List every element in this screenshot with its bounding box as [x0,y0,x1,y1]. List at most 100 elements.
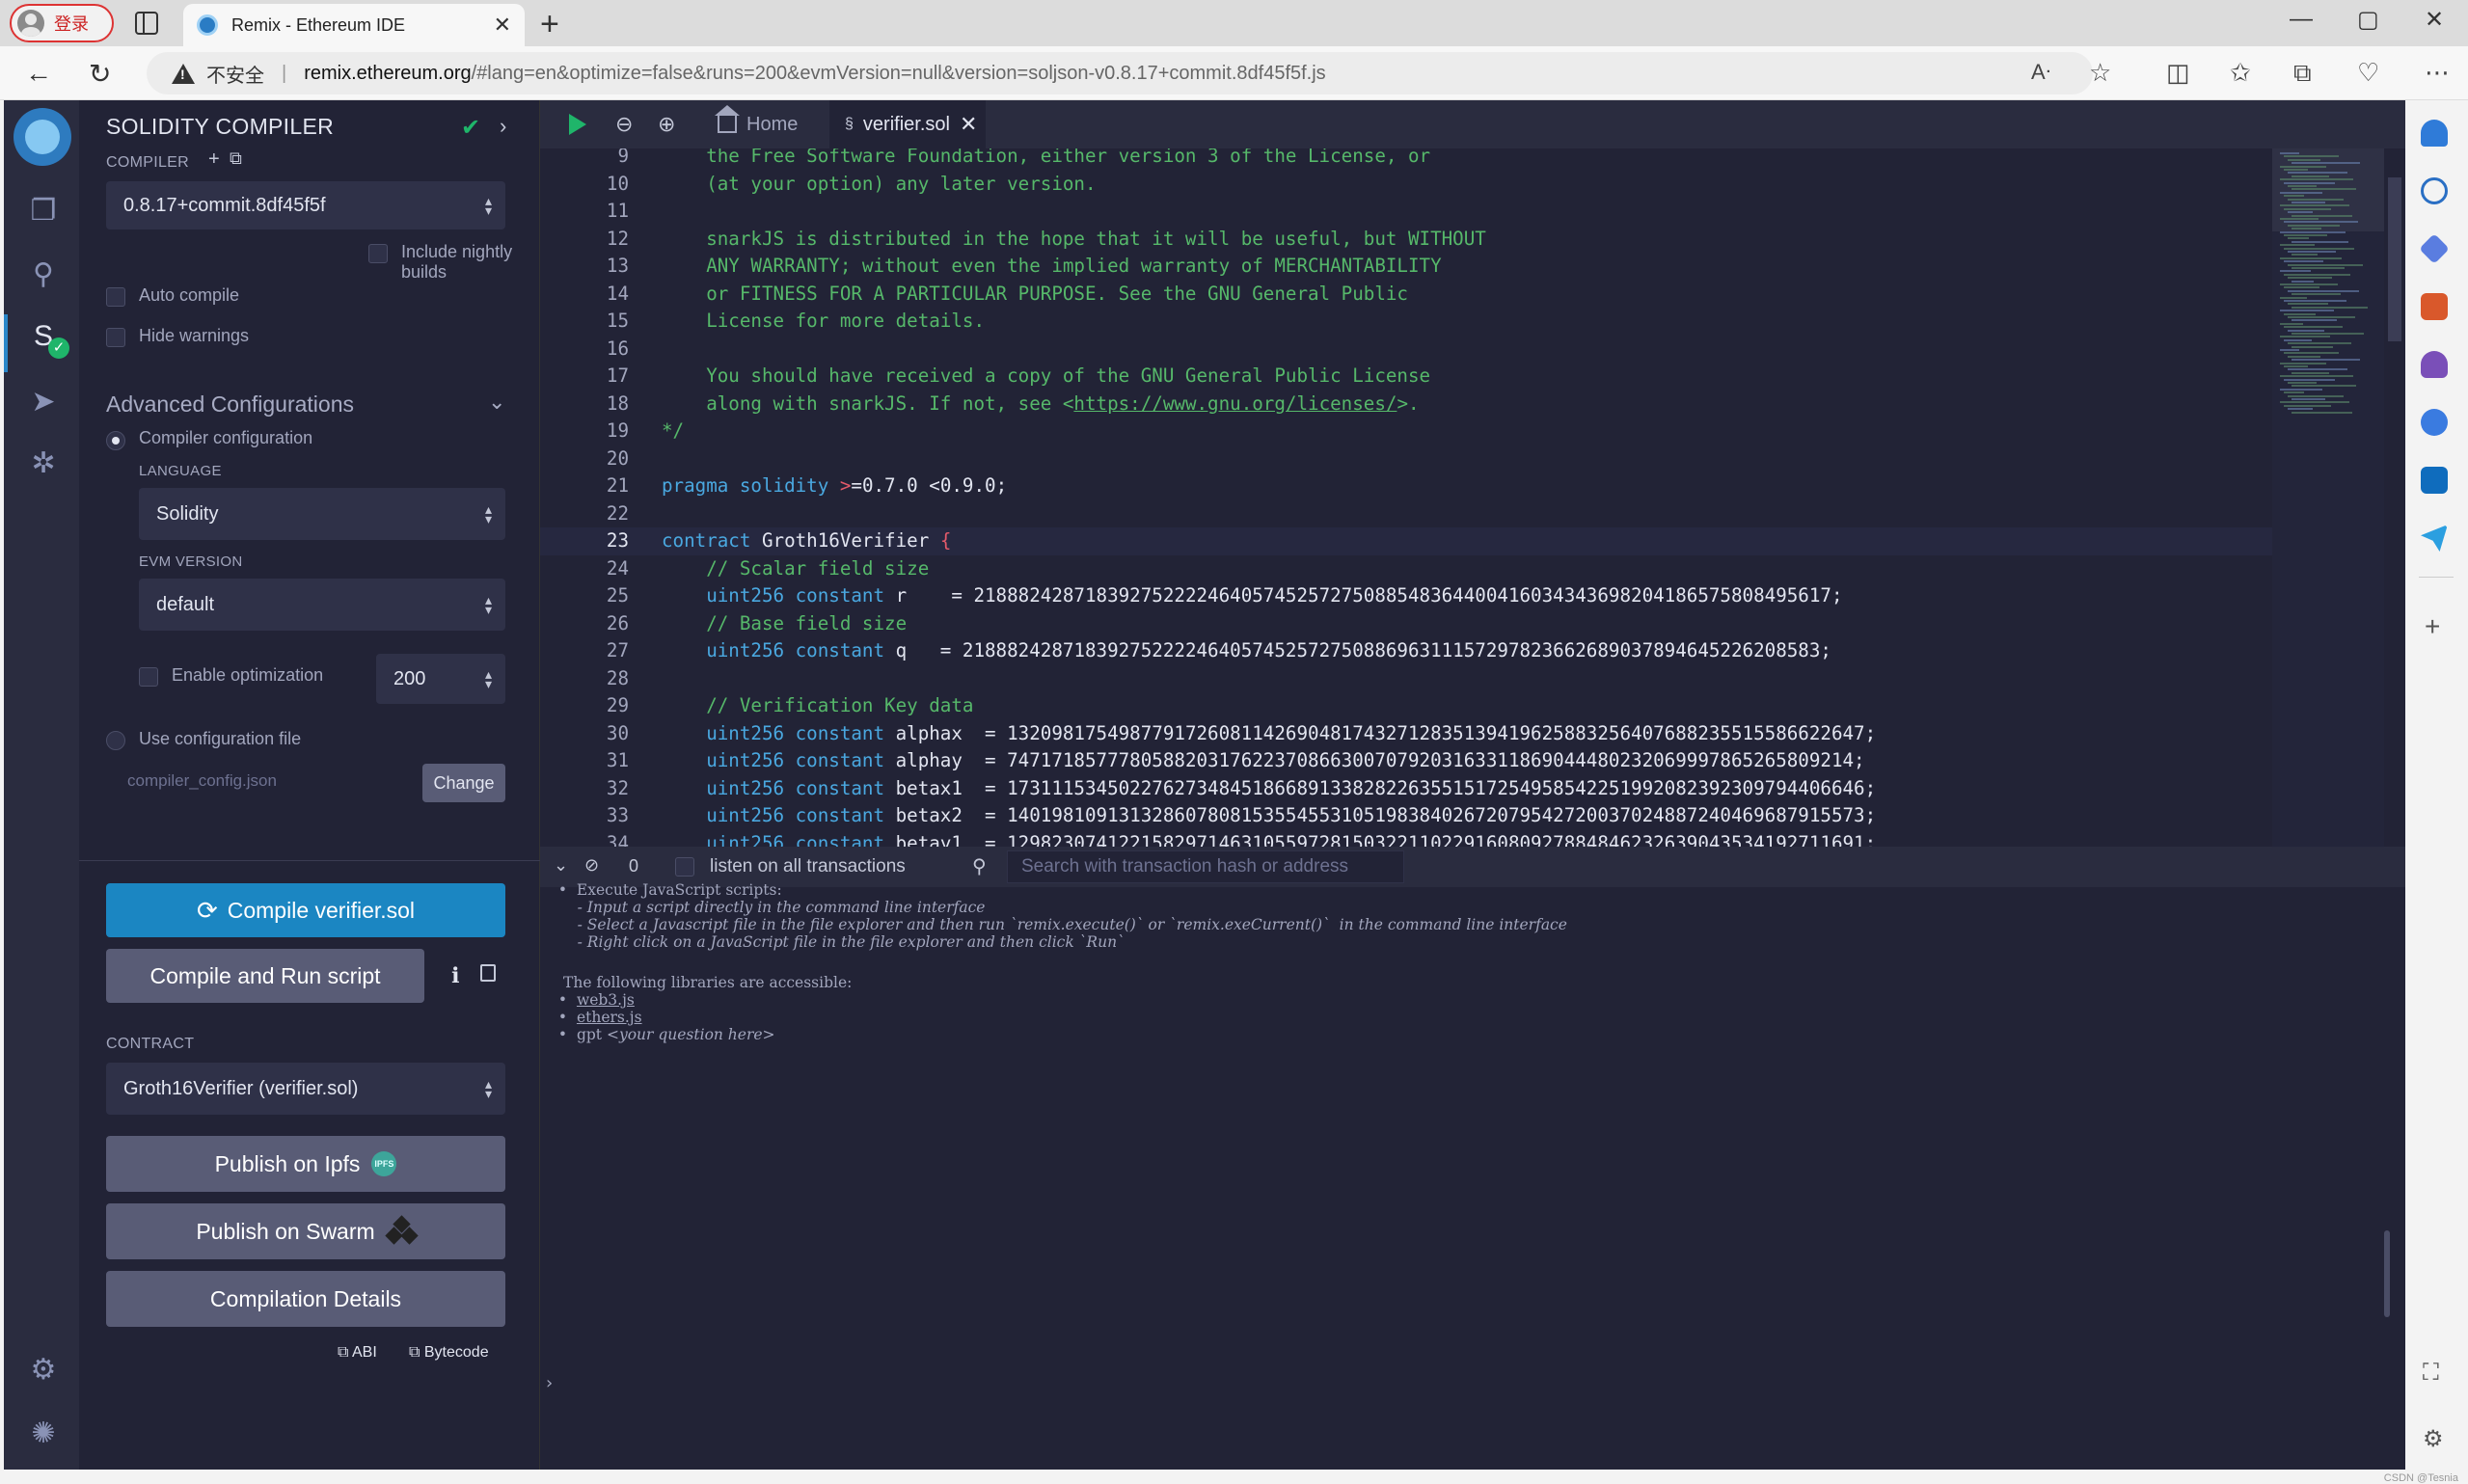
microsoft-365-icon[interactable] [2421,409,2448,436]
favorite-star-icon[interactable]: ☆ [2089,58,2111,88]
zoom-out-icon[interactable]: ⊖ [615,112,633,137]
new-tab-button[interactable]: + [540,6,559,43]
deploy-run-icon[interactable]: ➤ [27,386,60,418]
tab-verifier-sol[interactable]: § verifier.sol ✕ [829,100,986,148]
code-line[interactable]: 30 uint256 constant alphax = 13209817549… [540,720,2272,748]
chevron-down-icon[interactable]: ⌄ [488,390,505,415]
code-line[interactable]: 11 [540,198,2272,226]
hide-warnings-checkbox[interactable] [106,328,125,347]
tx-search-input[interactable]: Search with transaction hash or address [1007,850,1404,883]
language-select[interactable]: Solidity ▴ ▾ [139,488,505,540]
evm-version-select[interactable]: default ▴ ▾ [139,579,505,631]
code-line[interactable]: 28 [540,665,2272,693]
runs-input[interactable]: 200 ▴ ▾ [376,654,505,704]
sidebar-settings-icon[interactable]: ⚙ [2423,1425,2444,1453]
search-icon[interactable] [2421,177,2448,204]
games-icon[interactable] [2421,351,2448,378]
tab-home[interactable]: Home [708,100,827,148]
tools-icon[interactable] [2421,293,2448,320]
shopping-tag-icon[interactable] [2419,233,2450,264]
chevron-right-icon[interactable]: › [500,114,506,139]
terminal-scrollbar[interactable] [2384,1230,2390,1317]
send-icon[interactable] [2421,525,2448,552]
code-line[interactable]: 14 or FITNESS FOR A PARTICULAR PURPOSE. … [540,281,2272,309]
code-line[interactable]: 10 (at your option) any later version. [540,171,2272,199]
compiler-version-select[interactable]: 0.8.17+commit.8df45f5f ▴ ▾ [106,181,505,229]
code-line[interactable]: 26 // Base field size [540,610,2272,638]
editor-scrollbar[interactable] [2388,177,2401,341]
code-line[interactable]: 27 uint256 constant q = 2188824287183927… [540,637,2272,665]
listen-all-checkbox[interactable] [675,857,694,877]
compiler-config-radio[interactable] [106,431,125,450]
code-line[interactable]: 13 ANY WARRANTY; without even the implie… [540,253,2272,281]
abi-copy-button[interactable]: ⧉ ABI [338,1344,377,1362]
copy-icon[interactable] [480,964,496,982]
code-line[interactable]: 17 You should have received a copy of th… [540,363,2272,391]
debugger-icon[interactable]: ✲ [27,447,60,480]
file-explorer-icon[interactable]: ❐ [27,195,60,228]
terminal-prompt[interactable]: › [546,1373,553,1393]
code-line[interactable]: 9 the Free Software Foundation, either v… [540,148,2272,171]
minimap[interactable] [2272,148,2384,847]
read-aloud-icon[interactable]: Aᐧ [2031,60,2050,85]
load-compiler-icon[interactable]: ⧉ [230,148,242,169]
compile-run-script-button[interactable]: Compile and Run script [106,949,424,1003]
advanced-config-title[interactable]: Advanced Configurations [106,391,354,418]
code-line[interactable]: 16 [540,336,2272,364]
ethers-link[interactable]: ethers.js [577,1009,642,1026]
refresh-icon[interactable]: ↻ [89,58,111,90]
code-line[interactable]: 18 along with snarkJS. If not, see <http… [540,391,2272,418]
settings-icon[interactable]: ✺ [27,1417,60,1450]
screenshot-icon[interactable]: ⛶ [2423,1360,2439,1387]
web3-link[interactable]: web3.js [577,991,635,1009]
code-line[interactable]: 12 snarkJS is distributed in the hope th… [540,226,2272,254]
more-menu-icon[interactable]: ⋯ [2425,58,2450,88]
code-line[interactable]: 15 License for more details. [540,308,2272,336]
code-line[interactable]: 21 pragma solidity >=0.7.0 <0.9.0; [540,472,2272,500]
notifications-icon[interactable] [2421,120,2448,147]
remix-logo-icon[interactable] [14,108,71,166]
clear-console-icon[interactable]: ⊘ [584,855,599,876]
code-line[interactable]: 32 uint256 constant betax1 = 17311153450… [540,775,2272,803]
split-screen-icon[interactable]: ◫ [2166,58,2190,88]
publish-swarm-button[interactable]: Publish on Swarm [106,1203,505,1259]
back-icon[interactable]: ← [25,58,52,89]
tab-close-icon[interactable]: ✕ [494,13,511,38]
use-config-file-radio[interactable] [106,731,125,750]
code-line[interactable]: 29 // Verification Key data [540,692,2272,720]
outlook-icon[interactable] [2421,467,2448,494]
change-config-button[interactable]: Change [422,764,505,802]
url-field[interactable]: 不安全 | remix.ethereum.org /#lang=en&optim… [147,52,2093,94]
include-nightly-checkbox[interactable] [368,244,388,263]
license-link[interactable]: https://www.gnu.org/licenses/ [1073,392,1397,415]
code-line[interactable]: 24 // Scalar field size [540,555,2272,583]
info-icon[interactable]: ℹ [451,963,459,988]
tab-actions-icon[interactable] [135,12,158,35]
maximize-button[interactable]: ▢ [2357,6,2379,34]
enable-optimization-checkbox[interactable] [139,667,158,687]
code-line[interactable]: 20 [540,445,2272,473]
code-line[interactable]: 25 uint256 constant r = 2188824287183927… [540,582,2272,610]
code-line[interactable]: 34 uint256 constant betay1 = 12982307412… [540,830,2272,848]
stepper-arrows-icon[interactable]: ▴ ▾ [485,667,492,690]
collections-icon[interactable]: ⧉ [2293,58,2312,89]
code-line[interactable]: 23 contract Groth16Verifier { [540,527,2272,555]
code-line[interactable]: 31 uint256 constant alphay = 74717185777… [540,747,2272,775]
close-tab-icon[interactable]: ✕ [960,112,977,137]
code-line[interactable]: 19 */ [540,418,2272,445]
minimize-button[interactable]: — [2290,6,2313,33]
code-line[interactable]: 22 [540,500,2272,528]
profile-button[interactable]: 登录 [10,4,114,42]
publish-ipfs-button[interactable]: Publish on Ipfs IPFS [106,1136,505,1192]
browser-essentials-icon[interactable]: ♡ [2357,58,2379,88]
window-close-button[interactable]: ✕ [2425,6,2444,34]
code-line[interactable]: 33 uint256 constant betax2 = 14019810913… [540,802,2272,830]
terminal-output[interactable]: • Execute JavaScript scripts: - Input a … [540,881,2405,1470]
zoom-in-icon[interactable]: ⊕ [658,112,675,137]
compilation-details-button[interactable]: Compilation Details [106,1271,505,1327]
run-script-icon[interactable] [569,114,586,135]
add-icon[interactable]: + [2425,611,2440,642]
add-compiler-icon[interactable]: + [208,148,220,171]
collapse-terminal-icon[interactable]: ⌄ [554,855,568,876]
bytecode-copy-button[interactable]: ⧉ Bytecode [409,1344,489,1362]
